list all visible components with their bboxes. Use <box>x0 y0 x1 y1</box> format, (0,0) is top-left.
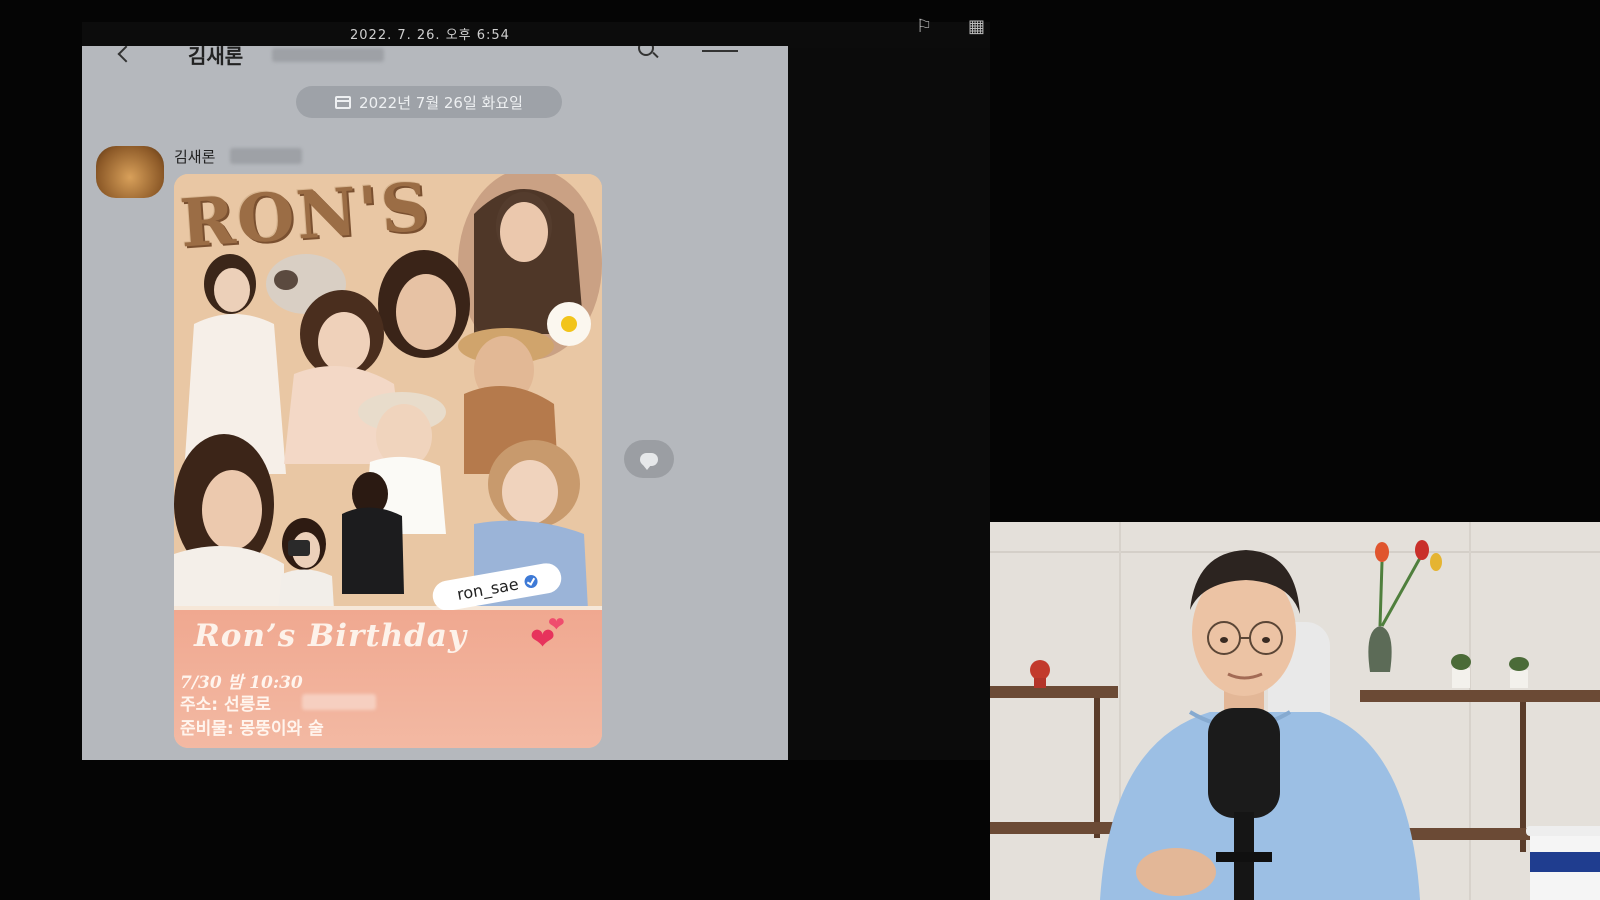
date-divider: 2022년 7월 26일 화요일 <box>296 86 562 118</box>
blurred-sender-id <box>230 148 302 164</box>
capture-timestamp: 2022. 7. 26. 오후 6:54 <box>350 28 510 43</box>
chat-title: 김새론 <box>188 46 244 68</box>
chat-header: 김새론 <box>82 46 788 70</box>
verified-icon <box>523 573 539 589</box>
bookmark-icon: ⚐ <box>916 16 933 37</box>
party-address: 주소: 선릉로 <box>180 695 271 715</box>
party-bring: 준비물: 몽뚱이와 술 <box>180 719 324 739</box>
hearts-icon: ❤ ❤ <box>530 612 565 657</box>
poster-invitation-panel: Ron’s Birthday ❤ ❤ 7/30 밤 10:30 주소: 선릉로 준… <box>174 610 602 748</box>
handle-label: ron_sae <box>455 573 520 604</box>
avatar[interactable] <box>96 146 164 198</box>
calendar-icon <box>335 95 352 109</box>
blurred-name <box>272 48 384 62</box>
menu-icon[interactable] <box>702 50 738 52</box>
webcam-overlay <box>990 522 1600 900</box>
date-divider-label: 2022년 7월 26일 화요일 <box>359 93 523 112</box>
chat-screen: 김새론 2022년 7월 26일 화요일 김새론 RON'S ron_sae R… <box>82 46 788 760</box>
comment-button[interactable] <box>624 440 674 478</box>
search-icon[interactable] <box>638 46 654 56</box>
sender-name: 김새론 <box>174 148 216 166</box>
speech-icon <box>640 452 658 470</box>
back-icon[interactable] <box>117 46 135 63</box>
blurred-address <box>302 694 376 710</box>
shared-image-poster[interactable]: RON'S ron_sae Ron’s Birthday ❤ ❤ 7/30 밤 1… <box>174 174 602 748</box>
grid-icon: ▦ <box>968 16 986 37</box>
birthday-heading: Ron’s Birthday <box>194 618 467 654</box>
background-toolbar: ⚐ ▦ <box>842 16 985 44</box>
photo-collage: RON'S ron_sae <box>174 174 602 614</box>
screen-recording: 2022. 7. 26. 오후 6:54 ⚐ ▦ 김새론 2022년 7월 26… <box>0 0 1600 900</box>
